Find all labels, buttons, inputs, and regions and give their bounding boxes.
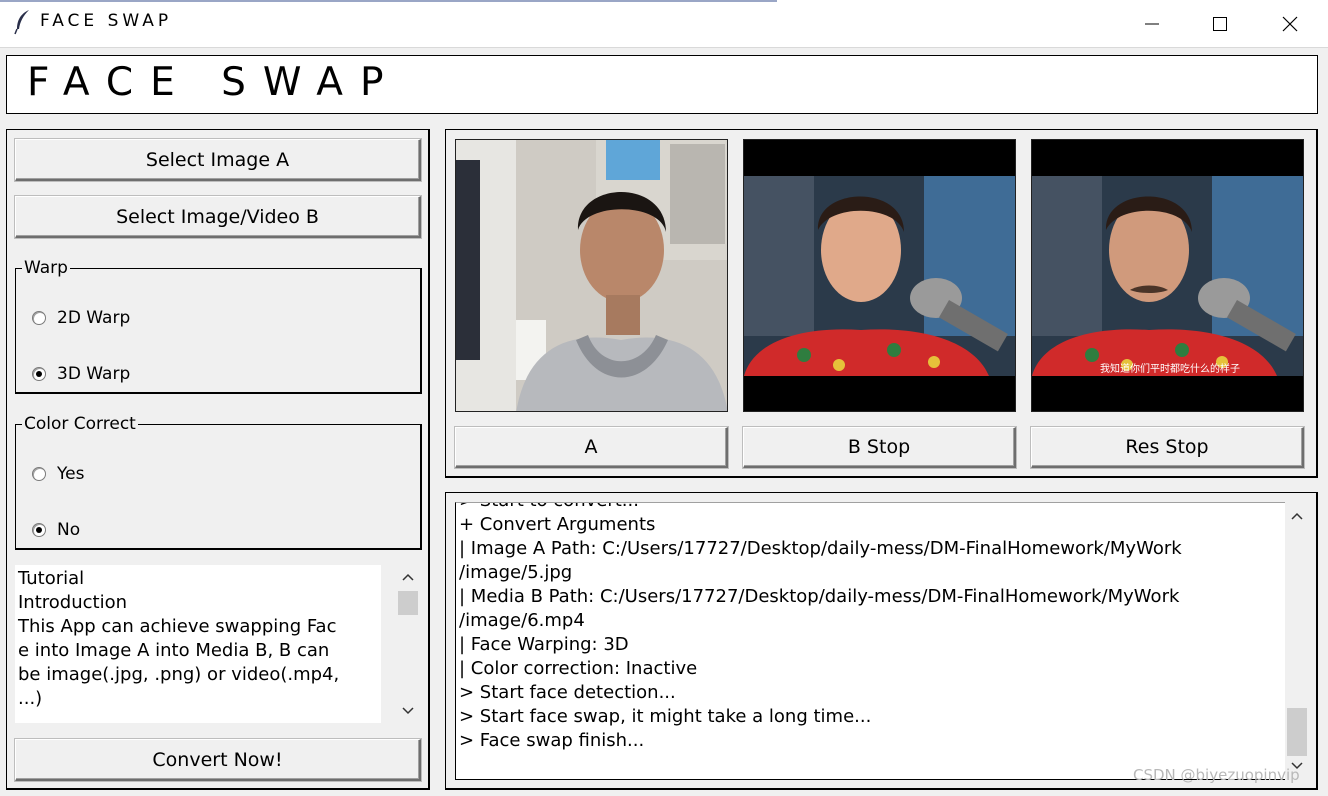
header-banner: FACE SWAP	[6, 55, 1318, 114]
log-line: + Convert Arguments	[459, 514, 656, 535]
radio-label: 2D Warp	[57, 308, 131, 328]
select-image-video-b-button[interactable]: Select Image/Video B	[15, 196, 421, 238]
tutorial-scrollbar[interactable]	[396, 565, 420, 723]
tutorial-line: Tutorial	[18, 568, 85, 589]
warp-legend: Warp	[24, 258, 68, 278]
preview-res-stop-button[interactable]: Res Stop	[1031, 427, 1304, 468]
tutorial-line: This App can achieve swapping Fac	[18, 616, 337, 637]
color-correct-legend: Color Correct	[24, 414, 136, 434]
close-icon	[1282, 16, 1298, 31]
warp-3d-radio[interactable]: 3D Warp	[32, 364, 130, 384]
minimize-icon	[1145, 23, 1159, 24]
tutorial-line: Introduction	[18, 592, 128, 613]
video-frame-result: 我知道你们平时都吃什么的样子	[1032, 140, 1303, 411]
minimize-button[interactable]	[1118, 0, 1186, 47]
scroll-up-icon[interactable]	[396, 567, 420, 587]
preview-a-button[interactable]: A	[455, 427, 728, 468]
convert-now-button[interactable]: Convert Now!	[15, 739, 421, 781]
log-line: | Image A Path: C:/Users/17727/Desktop/d…	[459, 538, 1182, 559]
close-button[interactable]	[1256, 0, 1324, 47]
log-line: /image/5.jpg	[459, 562, 573, 583]
titlebar-divider	[0, 47, 1328, 48]
watermark: CSDN @biyezuopinvip	[1133, 766, 1300, 784]
tutorial-line: be image(.jpg, .png) or video(.mp4,	[18, 664, 340, 685]
color-correct-no-radio[interactable]: No	[32, 520, 80, 540]
feather-icon	[14, 10, 29, 35]
window-title: FACE SWAP	[40, 11, 173, 31]
media-b-preview	[743, 139, 1016, 412]
maximize-button[interactable]	[1186, 0, 1254, 47]
maximize-icon	[1213, 16, 1227, 31]
preview-b-stop-button[interactable]: B Stop	[743, 427, 1016, 468]
preview-panel: 我知道你们平时都吃什么的样子 A B Stop Res Stop	[445, 129, 1318, 478]
radio-circle	[32, 467, 46, 481]
scroll-down-icon[interactable]	[396, 701, 420, 721]
tutorial-line: e into Image A into Media B, B can	[18, 640, 330, 661]
log-line: /image/6.mp4	[459, 610, 585, 631]
radio-label: 3D Warp	[57, 364, 131, 384]
select-image-a-button[interactable]: Select Image A	[15, 139, 421, 181]
radio-label: Yes	[57, 464, 85, 484]
header-title: FACE SWAP	[27, 60, 401, 105]
radio-circle-checked	[32, 367, 46, 381]
log-content: > Start to convert... + Convert Argument…	[459, 503, 1285, 753]
log-line: | Color correction: Inactive	[459, 658, 698, 679]
scroll-thumb[interactable]	[1287, 708, 1307, 756]
result-preview: 我知道你们平时都吃什么的样子	[1031, 139, 1304, 412]
log-line: > Start to convert...	[459, 503, 1285, 513]
log-scrollbar[interactable]	[1285, 502, 1309, 780]
log-line: > Start face detection...	[459, 682, 676, 703]
log-textbox[interactable]: > Start to convert... + Convert Argument…	[455, 502, 1285, 780]
scroll-up-icon[interactable]	[1285, 506, 1309, 526]
log-line: | Media B Path: C:/Users/17727/Desktop/d…	[459, 586, 1180, 607]
log-line: > Face swap finish...	[459, 730, 645, 751]
controls-panel: Select Image A Select Image/Video B Warp…	[6, 129, 430, 790]
titlebar-accent-line	[0, 0, 777, 2]
radio-circle	[32, 311, 46, 325]
image-a-preview	[455, 139, 728, 412]
portrait-image-a	[456, 140, 727, 411]
result-subtitle: 我知道你们平时都吃什么的样子	[1100, 362, 1240, 375]
log-panel: > Start to convert... + Convert Argument…	[445, 492, 1318, 790]
window-titlebar: FACE SWAP	[0, 0, 1328, 47]
log-line: | Face Warping: 3D	[459, 634, 629, 655]
log-line: > Start face swap, it might take a long …	[459, 706, 872, 727]
video-frame-b	[744, 140, 1015, 411]
warp-group: Warp 2D Warp 3D Warp	[15, 258, 422, 394]
scroll-thumb[interactable]	[398, 591, 418, 615]
radio-circle-checked	[32, 523, 46, 537]
tutorial-line: ...)	[18, 688, 43, 709]
tutorial-textbox[interactable]: Tutorial Introduction This App can achie…	[15, 565, 381, 723]
radio-label: No	[57, 520, 81, 540]
color-correct-group: Color Correct Yes No	[15, 414, 422, 550]
warp-2d-radio[interactable]: 2D Warp	[32, 308, 130, 328]
color-correct-yes-radio[interactable]: Yes	[32, 464, 84, 484]
